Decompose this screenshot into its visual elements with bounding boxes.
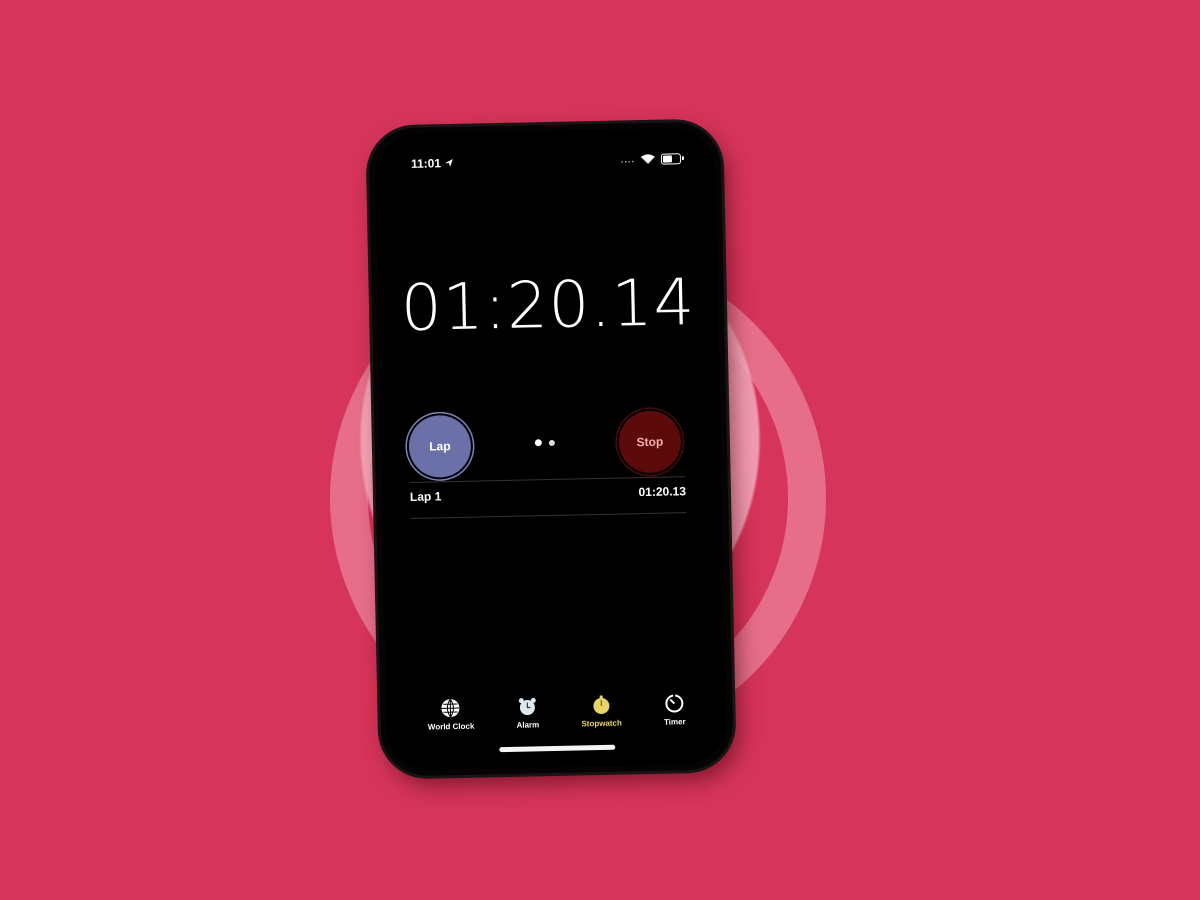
lap-button[interactable]: Lap xyxy=(408,414,472,478)
alarm-clock-icon xyxy=(518,697,536,716)
tab-label: World Clock xyxy=(427,721,475,732)
tab-label: Stopwatch xyxy=(581,718,622,729)
page-dot-2[interactable] xyxy=(548,439,555,447)
lap-button-label: Lap xyxy=(429,439,451,454)
battery-icon xyxy=(660,152,682,165)
globe-icon xyxy=(441,698,460,718)
wifi-icon xyxy=(640,154,655,164)
tab-world-clock[interactable]: World Clock xyxy=(427,698,474,732)
cellular-signal-icon: .... xyxy=(620,154,636,165)
status-time: 11:01 xyxy=(410,156,442,171)
stop-button[interactable]: Stop xyxy=(618,410,682,474)
page-dot-1[interactable] xyxy=(534,439,542,447)
lap-row: Lap 1 01:20.13 xyxy=(410,484,686,504)
tab-timer[interactable]: Timer xyxy=(663,693,686,727)
lap-time: 01:20.13 xyxy=(638,484,687,500)
home-indicator[interactable] xyxy=(499,744,616,753)
stopwatch-icon xyxy=(593,695,610,715)
tab-stopwatch[interactable]: Stopwatch xyxy=(581,695,622,729)
timer-icon xyxy=(665,694,684,713)
tab-bar: World Clock Alarm Stopwatch Timer xyxy=(406,693,707,732)
status-bar: 11:01 .... xyxy=(410,150,682,172)
lap-label: Lap 1 xyxy=(409,489,442,504)
tab-alarm[interactable]: Alarm xyxy=(516,696,540,730)
page-indicator[interactable] xyxy=(534,439,555,447)
stop-button-label: Stop xyxy=(636,434,664,450)
lap-list-divider xyxy=(409,476,686,483)
tab-label: Timer xyxy=(663,717,686,727)
phone-screen: 11:01 .... 01:20.14 Lap Stop Lap 1 01:20… xyxy=(374,127,728,771)
phone: 11:01 .... 01:20.14 Lap Stop Lap 1 01:20… xyxy=(368,121,734,777)
lap-list-divider xyxy=(410,512,687,519)
tab-label: Alarm xyxy=(516,720,540,730)
stopwatch-time: 01:20.14 xyxy=(400,265,696,347)
location-arrow-icon xyxy=(445,158,453,168)
